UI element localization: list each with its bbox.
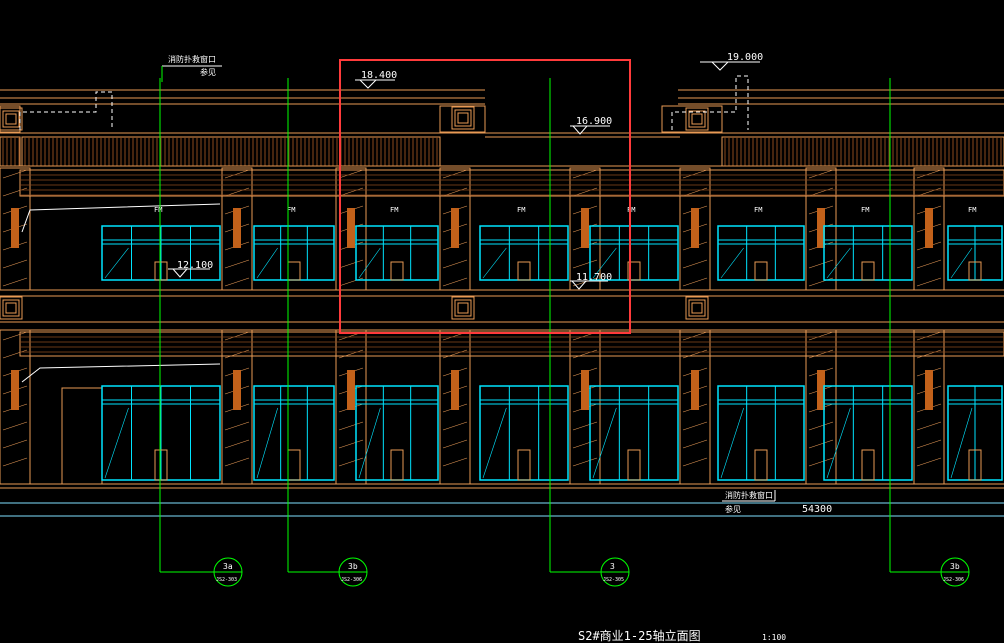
ornament-square	[457, 112, 469, 124]
ornament-square	[2, 299, 20, 317]
window-tag: FM	[154, 206, 162, 214]
ornament-square	[5, 302, 17, 314]
elevation-marker-roof[interactable]: 16.900	[570, 116, 612, 135]
axis-tag-label: 3b	[950, 562, 960, 571]
overall-dimension-text[interactable]: 54300	[802, 504, 832, 515]
pier-accent	[451, 208, 459, 248]
pier-accent	[581, 208, 589, 248]
elevation-marker-second-mid[interactable]: 11.700	[570, 272, 612, 290]
pier-accent	[925, 208, 933, 248]
entrance-opening	[61, 387, 103, 485]
door-leaf	[287, 449, 301, 481]
axis-tag-label: 3a	[223, 562, 233, 571]
pier-accent	[233, 208, 241, 248]
drawing-title: S2#商业1-25轴立面图	[578, 628, 701, 643]
canopy-line	[21, 363, 221, 383]
axis-tag-ref: JS2-306	[341, 577, 362, 583]
door-leaf	[627, 449, 641, 481]
note-text: 参见	[725, 504, 741, 514]
axis-tag-group: 3a JS2-303 3b JS2-306 3 JS2-305 3b JS2-306	[160, 557, 970, 587]
note-text: 消防扑救窗口	[168, 54, 216, 64]
window-tag: FM	[968, 206, 976, 214]
window-frame	[479, 225, 569, 281]
ornament-square	[5, 113, 17, 125]
note-text: 参见	[200, 67, 216, 77]
door-leaf	[861, 449, 875, 481]
pier-accent	[347, 208, 355, 248]
ornament-square	[688, 110, 706, 128]
axis-tag-ref: JS2-306	[943, 577, 964, 583]
pier-accent	[11, 208, 19, 248]
cad-drawing-canvas[interactable]: FM FM FM FM FM FM FM FM 18.400 19.000 16.900 12…	[0, 0, 1004, 643]
pier-accent	[11, 370, 19, 410]
door-leaf	[861, 261, 875, 281]
pier-accent	[925, 370, 933, 410]
ornament-square	[2, 110, 20, 128]
pier-accent	[451, 370, 459, 410]
ornament-square	[688, 299, 706, 317]
window-tag: FM	[390, 206, 398, 214]
window-tag: FM	[754, 206, 762, 214]
window-tag: FM	[517, 206, 525, 214]
drawing-title-block[interactable]: S2#商业1-25轴立面图 1:100	[578, 628, 786, 643]
axis-tag-ref: JS2-305	[603, 577, 624, 583]
door-leaf	[287, 261, 301, 281]
door-leaf	[517, 261, 531, 281]
stair-outline	[671, 75, 749, 130]
elevation-label: 16.900	[576, 116, 612, 127]
window-frame	[717, 225, 805, 281]
elevation-label: 11.700	[576, 272, 612, 283]
window-tag: FM	[627, 206, 635, 214]
cornice-band	[721, 136, 1004, 167]
window-frame	[253, 225, 335, 281]
ornament-square	[691, 302, 703, 314]
axis-tag-ref: JS2-303	[216, 577, 237, 583]
pier-accent	[581, 370, 589, 410]
ornament-square	[457, 302, 469, 314]
elevation-marker-top-right[interactable]: 19.000	[700, 52, 763, 71]
ornament-square	[454, 109, 472, 127]
door-leaf	[754, 261, 768, 281]
spandrel-band	[19, 331, 1004, 357]
pier-accent	[691, 208, 699, 248]
axis-tag-label: 3	[610, 562, 615, 571]
note-text: 消防扑救窗口	[725, 490, 773, 500]
note-top[interactable]: 消防扑救窗口 参见	[161, 54, 222, 82]
drawing-scale: 1:100	[762, 633, 786, 642]
window-frame	[355, 225, 439, 281]
elevation-marker-top-left[interactable]: 18.400	[355, 70, 397, 89]
elevation-label: 12.100	[177, 260, 213, 271]
ornament-square	[691, 113, 703, 125]
door-leaf	[390, 449, 404, 481]
elevation-label: 19.000	[727, 52, 763, 63]
spandrel-band	[19, 169, 1004, 197]
pier-accent	[233, 370, 241, 410]
window-frame	[823, 225, 913, 281]
note-bottom[interactable]: 消防扑救窗口 参见	[722, 490, 776, 514]
door-leaf	[517, 449, 531, 481]
axis-tag-label: 3b	[348, 562, 358, 571]
ornament-square	[454, 299, 472, 317]
door-leaf	[390, 261, 404, 281]
pier-accent	[691, 370, 699, 410]
elevation-label: 18.400	[361, 70, 397, 81]
door-leaf	[754, 449, 768, 481]
pier-accent	[347, 370, 355, 410]
window-tag: FM	[861, 206, 869, 214]
